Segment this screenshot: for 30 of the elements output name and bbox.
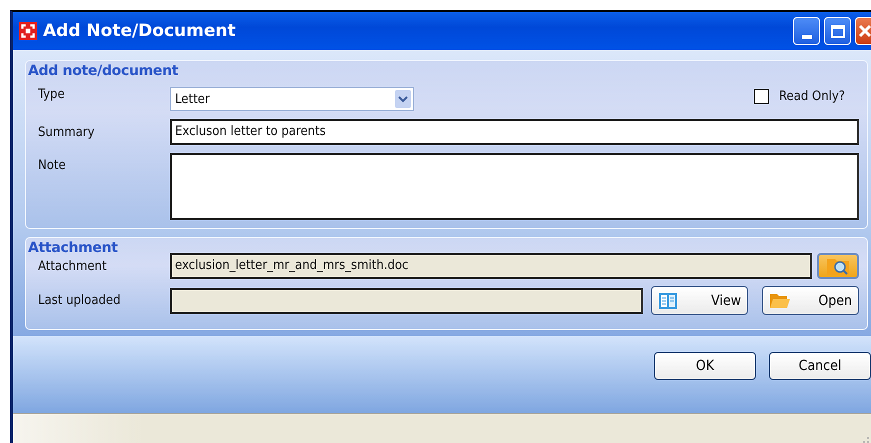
attachment-field[interactable]: exclusion_letter_mr_and_mrs_smith.doc	[170, 253, 812, 279]
field-label: Summary	[37, 124, 96, 140]
browse-button[interactable]	[817, 253, 859, 279]
document-icon	[658, 292, 678, 310]
folder-icon	[769, 292, 791, 310]
minimize-button[interactable]	[793, 17, 820, 45]
note-field[interactable]	[170, 153, 859, 220]
cancel-button[interactable]: Cancel	[769, 352, 871, 380]
last-uploaded-field[interactable]	[170, 288, 643, 314]
minimize-icon	[802, 35, 812, 39]
close-icon	[858, 24, 871, 38]
summary-field[interactable]: Excluson letter to parents	[170, 119, 859, 145]
field-label: Note	[37, 157, 67, 173]
group-heading: Add note/document	[28, 63, 178, 79]
app-icon	[19, 22, 37, 40]
ok-button[interactable]: OK	[654, 352, 756, 380]
checkbox-label: Read Only?	[778, 88, 845, 104]
group-heading: Attachment	[28, 240, 118, 256]
view-button[interactable]: View	[651, 286, 748, 315]
field-label: Type	[37, 86, 66, 102]
close-button[interactable]	[855, 17, 871, 45]
field-label: Last uploaded	[37, 293, 122, 308]
folder-search-icon	[826, 256, 850, 276]
open-button[interactable]: Open	[762, 286, 859, 315]
field-label: Attachment	[37, 258, 108, 274]
maximize-icon	[830, 24, 844, 38]
type-dropdown[interactable]: Letter	[170, 87, 414, 111]
window-title: Add Note/Document	[43, 21, 236, 41]
maximize-button[interactable]	[824, 17, 851, 45]
read-only-checkbox[interactable]	[754, 88, 769, 104]
